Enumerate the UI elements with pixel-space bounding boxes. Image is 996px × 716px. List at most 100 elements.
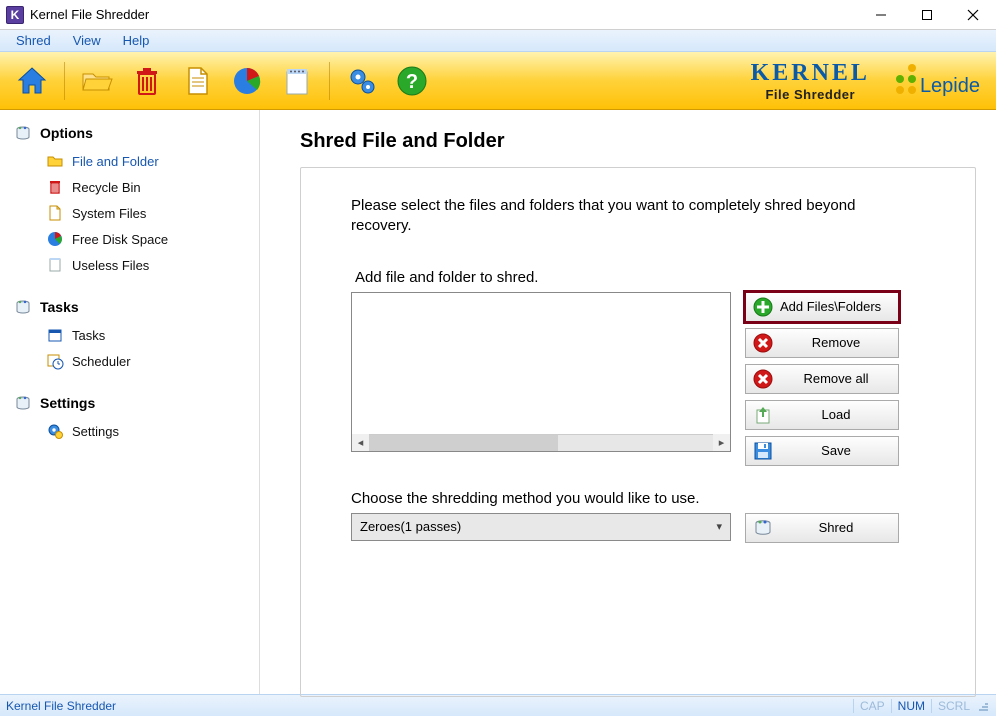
page-title: Shred File and Folder <box>300 130 976 153</box>
sidebar-group-title: Options <box>40 125 93 141</box>
sidebar-item-label: Settings <box>72 424 119 439</box>
notepad-icon <box>280 64 314 98</box>
add-files-folders-button[interactable]: Add Files\Folders <box>745 292 899 322</box>
load-icon <box>752 404 774 426</box>
scroll-left-icon[interactable]: ◂ <box>352 434 369 451</box>
gears-icon <box>345 64 379 98</box>
toolbar-open[interactable] <box>75 59 119 103</box>
sidebar-item-free-disk-space[interactable]: Free Disk Space <box>44 226 251 252</box>
document-icon <box>46 204 64 222</box>
sidebar-item-tasks[interactable]: Tasks <box>44 322 251 348</box>
horizontal-scrollbar[interactable]: ◂ ▸ <box>352 434 730 451</box>
shred-icon <box>752 517 774 539</box>
sidebar-group-settings: Settings Settings <box>14 394 251 444</box>
method-selected-value: Zeroes(1 passes) <box>360 519 716 534</box>
brand-subtitle: File Shredder <box>751 87 870 102</box>
menu-shred[interactable]: Shred <box>6 31 61 50</box>
brand-name: KERNEL <box>751 60 870 87</box>
file-list-area[interactable] <box>352 293 730 434</box>
scroll-thumb[interactable] <box>369 435 558 451</box>
plus-circle-icon <box>752 296 774 318</box>
toolbar: ? KERNEL File Shredder Lepide <box>0 52 996 110</box>
maximize-icon <box>921 9 933 21</box>
toolbar-settings[interactable] <box>340 59 384 103</box>
file-listbox[interactable]: ◂ ▸ <box>351 292 731 452</box>
piechart-icon <box>46 230 64 248</box>
load-button[interactable]: Load <box>745 400 899 430</box>
menu-help[interactable]: Help <box>113 31 160 50</box>
status-cap: CAP <box>853 699 891 713</box>
shred-button[interactable]: Shred <box>745 513 899 543</box>
method-label: Choose the shredding method you would li… <box>351 490 957 507</box>
remove-all-button[interactable]: Remove all <box>745 364 899 394</box>
status-text: Kernel File Shredder <box>6 699 853 713</box>
bin-icon <box>14 394 32 412</box>
page-icon <box>46 256 64 274</box>
sidebar-item-useless-files[interactable]: Useless Files <box>44 252 251 278</box>
company-logo: Lepide <box>896 64 986 98</box>
folder-icon <box>46 152 64 170</box>
sidebar-item-file-folder[interactable]: File and Folder <box>44 148 251 174</box>
resize-grip-icon[interactable] <box>976 700 990 711</box>
close-button[interactable] <box>950 0 996 30</box>
document-icon <box>180 64 214 98</box>
toolbar-notes[interactable] <box>275 59 319 103</box>
maximize-button[interactable] <box>904 0 950 30</box>
help-icon: ? <box>395 64 429 98</box>
sidebar-group-header: Settings <box>14 394 251 412</box>
toolbar-separator <box>64 62 65 100</box>
remove-button[interactable]: Remove <box>745 328 899 358</box>
sidebar-item-recycle-bin[interactable]: Recycle Bin <box>44 174 251 200</box>
sidebar-item-settings[interactable]: Settings <box>44 418 251 444</box>
bin-icon <box>14 124 32 142</box>
status-scrl: SCRL <box>931 699 976 713</box>
toolbar-piechart[interactable] <box>225 59 269 103</box>
app-icon: K <box>6 6 24 24</box>
scroll-right-icon[interactable]: ▸ <box>713 434 730 451</box>
minimize-icon <box>875 9 887 21</box>
intro-text: Please select the files and folders that… <box>351 196 891 237</box>
button-label: Load <box>780 407 892 422</box>
content-panel: Please select the files and folders that… <box>300 167 976 697</box>
piechart-icon <box>230 64 264 98</box>
sidebar-group-header: Options <box>14 124 251 142</box>
floppy-icon <box>752 440 774 462</box>
menu-view[interactable]: View <box>63 31 111 50</box>
clock-icon <box>46 352 64 370</box>
close-icon <box>967 9 979 21</box>
sidebar-group-header: Tasks <box>14 298 251 316</box>
minimize-button[interactable] <box>858 0 904 30</box>
sidebar-item-label: Tasks <box>72 328 105 343</box>
scroll-track[interactable] <box>369 435 713 451</box>
sidebar-item-scheduler[interactable]: Scheduler <box>44 348 251 374</box>
status-num: NUM <box>891 699 931 713</box>
svg-text:?: ? <box>406 71 418 93</box>
sidebar-item-label: Free Disk Space <box>72 232 168 247</box>
main-area: Shred File and Folder Please select the … <box>260 110 996 694</box>
sidebar-item-label: Recycle Bin <box>72 180 141 195</box>
sidebar-item-system-files[interactable]: System Files <box>44 200 251 226</box>
toolbar-help[interactable]: ? <box>390 59 434 103</box>
sidebar-item-label: File and Folder <box>72 154 159 169</box>
home-icon <box>14 63 50 99</box>
method-select[interactable]: Zeroes(1 passes) ▾ <box>351 513 731 541</box>
button-label: Remove <box>780 335 892 350</box>
sidebar-group-title: Tasks <box>40 299 79 315</box>
x-circle-icon <box>752 368 774 390</box>
toolbar-document[interactable] <box>175 59 219 103</box>
toolbar-trash[interactable] <box>125 59 169 103</box>
brand-block: KERNEL File Shredder <box>751 60 890 102</box>
action-buttons: Add Files\Folders Remove Remove all <box>745 292 899 466</box>
button-label: Add Files\Folders <box>780 299 892 314</box>
company-name: Lepide <box>920 75 980 98</box>
toolbar-home[interactable] <box>10 59 54 103</box>
x-circle-icon <box>752 332 774 354</box>
statusbar: Kernel File Shredder CAP NUM SCRL <box>0 694 996 716</box>
menubar: Shred View Help <box>0 30 996 52</box>
titlebar: K Kernel File Shredder <box>0 0 996 30</box>
save-button[interactable]: Save <box>745 436 899 466</box>
gear-small-icon <box>46 422 64 440</box>
calendar-icon <box>46 326 64 344</box>
sidebar: Options File and Folder Recycle Bin <box>0 110 260 694</box>
toolbar-separator <box>329 62 330 100</box>
